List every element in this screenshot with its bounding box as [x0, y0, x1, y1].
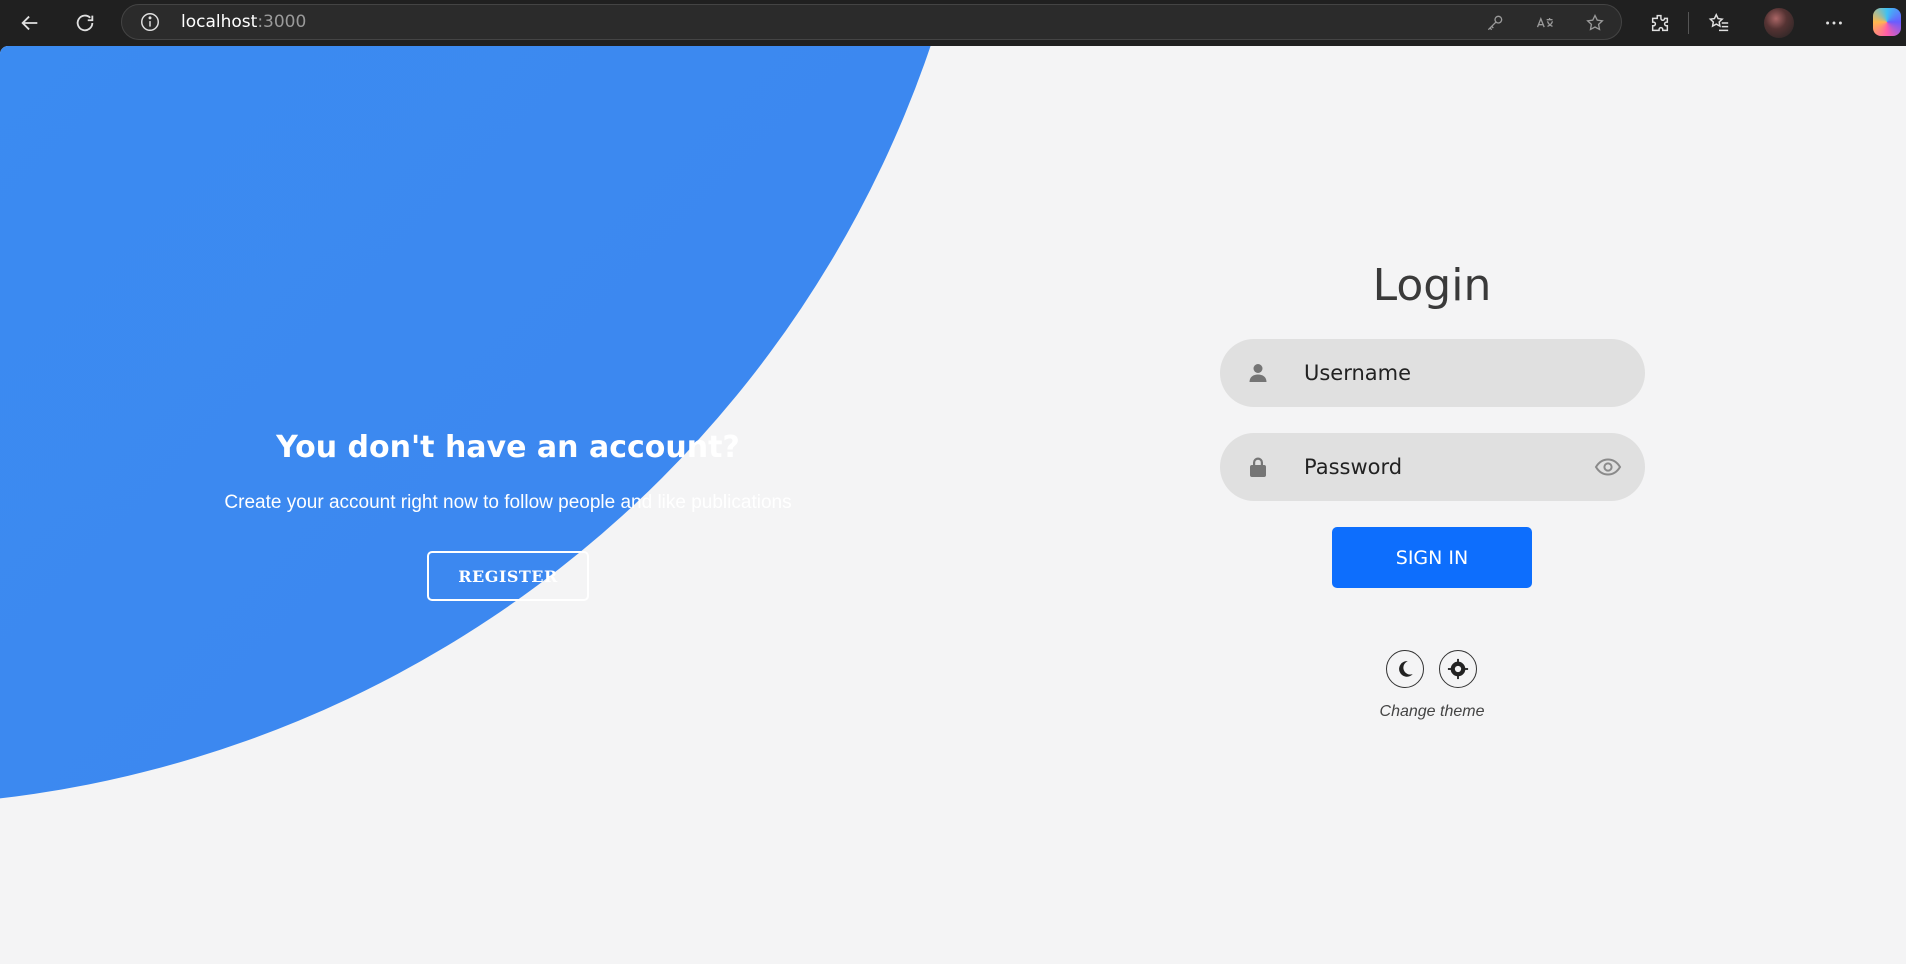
favorite-star-icon[interactable] [1583, 11, 1607, 35]
profile-avatar[interactable] [1764, 8, 1794, 38]
site-info-icon[interactable] [139, 11, 161, 33]
change-theme-label: Change theme [1379, 703, 1485, 720]
promo-title: You don't have an account? [276, 430, 740, 465]
username-field[interactable] [1220, 339, 1645, 407]
sun-icon [1447, 658, 1469, 680]
address-bar[interactable]: localhost:3000 [121, 4, 1622, 40]
copilot-icon[interactable] [1873, 8, 1901, 36]
favorites-icon[interactable] [1704, 8, 1734, 38]
extensions-icon[interactable] [1645, 8, 1675, 38]
dark-theme-button[interactable] [1386, 650, 1424, 688]
url-text[interactable]: localhost:3000 [181, 12, 306, 32]
password-field[interactable] [1220, 433, 1645, 501]
promo-description: Create your account right now to follow … [224, 492, 792, 513]
light-theme-button[interactable] [1439, 650, 1477, 688]
key-icon[interactable] [1483, 11, 1507, 35]
password-input[interactable] [1304, 433, 1594, 501]
browser-toolbar: localhost:3000 [0, 0, 1906, 46]
register-promo: You don't have an account? Create your a… [0, 46, 1016, 964]
more-menu-icon[interactable] [1819, 8, 1849, 38]
moon-icon [1399, 661, 1413, 677]
username-input[interactable] [1304, 339, 1594, 407]
user-icon [1249, 364, 1267, 382]
translate-icon[interactable] [1533, 11, 1557, 35]
reload-icon[interactable] [70, 8, 100, 38]
page-viewport: You don't have an account? Create your a… [0, 46, 1906, 964]
login-title: Login [1372, 260, 1492, 311]
show-password-icon[interactable] [1594, 455, 1622, 479]
lock-icon [1250, 457, 1266, 477]
sign-in-button[interactable]: SIGN IN [1332, 527, 1532, 588]
toolbar-divider [1688, 12, 1689, 34]
back-icon[interactable] [15, 8, 45, 38]
register-button[interactable]: REGISTER [427, 551, 589, 601]
